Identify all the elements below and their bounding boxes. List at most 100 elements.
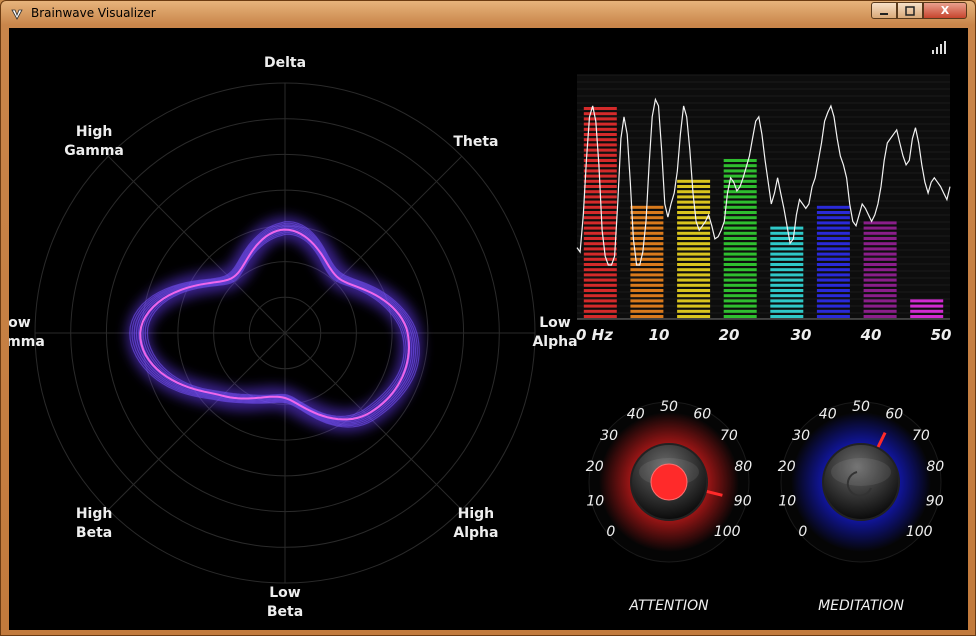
app-icon[interactable] (9, 6, 25, 22)
close-button[interactable]: X (923, 2, 967, 19)
spectrum-bar-segment (723, 179, 757, 183)
gauge-tick-label: 80 (926, 459, 944, 475)
spectrum-bar-segment (583, 283, 617, 287)
radar-axis-label-line1: Delta (263, 54, 307, 71)
spectrum-bar-segment (863, 226, 897, 230)
spectrum-bar-segment (677, 185, 711, 188)
spectrum-bar-segment (583, 159, 617, 162)
spectrum-bar-segment (723, 169, 757, 173)
spectrum-bar-segment (770, 278, 804, 282)
spectrum-bar-segment (863, 304, 897, 308)
window-controls: X (871, 2, 967, 20)
spectrum-bar-segment (583, 237, 617, 240)
radar-axis-label-line2: Alpha (453, 524, 499, 541)
app-window: Brainwave Visualizer X Delta Theta Low Alph… (0, 0, 976, 636)
spectrum-bar-segment (677, 205, 711, 209)
spectrum-bar-segment (583, 231, 617, 235)
spectrum-x-tick: 20 (719, 326, 740, 344)
spectrum-bar-segment (863, 273, 897, 277)
spectrum-bar-segment (677, 294, 711, 298)
spectrum-bar-segment (723, 195, 757, 199)
spectrum-bar-segment (583, 216, 617, 220)
spectrum-bar-segment (583, 304, 617, 308)
spectrum-bar-segment (770, 299, 804, 303)
gauge-tick-label: 70 (720, 428, 738, 444)
spectrum-x-tick: 50 (931, 326, 952, 344)
minimize-icon (880, 12, 888, 15)
spectrum-bar-segment (583, 112, 617, 116)
gauge-tick-label: 100 (714, 524, 741, 540)
spectrum-bar-segment (677, 315, 711, 318)
spectrum-bar-segment (723, 174, 757, 178)
spectrum-bar-segment (863, 294, 897, 298)
spectrum-bar-segment (816, 304, 850, 308)
spectrum-x-tick: 40 (860, 326, 882, 344)
gauge-tick-label: 10 (586, 493, 604, 509)
spectrum-bar-segment (816, 257, 850, 261)
spectrum-bar-segment (583, 315, 617, 318)
spectrum-bar-segment (677, 211, 711, 214)
radar-axis-label-line1: High (75, 124, 113, 141)
spectrum-bar-segment (770, 252, 804, 256)
radar-axis-label-line1: High (75, 505, 113, 522)
frequency-spectrum-chart: 0 Hz 10 20 30 40 50 (576, 74, 952, 344)
spectrum-bar-segment (816, 309, 850, 313)
maximize-button[interactable] (897, 2, 923, 19)
spectrum-bar-segment (723, 283, 757, 287)
spectrum-bar-segment (630, 283, 664, 287)
meditation-gauge: 010 20 30 40 50 60 70 80 90 100 MEDITATION (778, 399, 945, 610)
spectrum-bar-segment (723, 216, 757, 220)
window-title: Brainwave Visualizer (31, 6, 156, 20)
spectrum-bar-segment (630, 242, 664, 246)
spectrum-bar-segment (630, 237, 664, 240)
spectrum-bar-segment (583, 268, 617, 272)
spectrum-bar-segment (677, 309, 711, 313)
spectrum-bar-segment (677, 190, 711, 194)
spectrum-bar-segment (910, 315, 944, 318)
gauge-tick-label: 50 (660, 399, 678, 415)
spectrum-x-tick: 30 (791, 326, 812, 344)
spectrum-bar-segment (630, 231, 664, 235)
minimize-button[interactable] (871, 2, 897, 19)
spectrum-bar-segment (770, 268, 804, 272)
spectrum-bar-segment (677, 257, 711, 261)
spectrum-bar-segment (723, 299, 757, 303)
radar-axis-label-line2: Beta (266, 604, 304, 620)
spectrum-bar-segment (583, 138, 617, 142)
spectrum-bar-segment (863, 268, 897, 272)
spectrum-bar-segment (583, 169, 617, 173)
gauge-tick-label: 40 (627, 407, 645, 423)
radar-axis-label: High Beta (54, 505, 134, 543)
spectrum-bar-segment (723, 159, 757, 162)
radar-axis-label: Theta (436, 133, 516, 152)
gauge-title: ATTENTION (628, 598, 709, 610)
close-icon: X (940, 4, 950, 17)
spectrum-bar-segment (583, 226, 617, 230)
spectrum-bar-segment (677, 252, 711, 256)
spectrum-x-tick: 0 Hz (576, 326, 613, 344)
spectrum-bar-segment (770, 304, 804, 308)
title-bar[interactable]: Brainwave Visualizer X (1, 1, 975, 27)
gauge-tick-label: 50 (852, 399, 870, 415)
spectrum-bar-segment (770, 231, 804, 235)
maximize-icon (905, 5, 915, 16)
spectrum-bar-segment (863, 257, 897, 261)
client-area: Delta Theta Low Alpha High Alpha Low Beta High Be… (9, 28, 968, 630)
spectrum-bar-segment (583, 252, 617, 256)
spectrum-bar-segment (583, 153, 617, 157)
spectrum-bar-segment (630, 268, 664, 272)
spectrum-bar-segment (723, 309, 757, 313)
radar-axis-label-line1: High (457, 505, 495, 522)
spectrum-bar-segment (583, 221, 617, 225)
gauge-tick-label: 60 (885, 407, 903, 423)
radar-axis-label: Low Beta (245, 584, 325, 622)
spectrum-bar-segment (677, 304, 711, 308)
spectrum-bar-segment (723, 247, 757, 251)
spectrum-bar (583, 107, 617, 318)
spectrum-bar-segment (770, 257, 804, 261)
spectrum-bar-segment (677, 289, 711, 292)
spectrum-bar-segment (630, 216, 664, 220)
spectrum-bar-segment (583, 299, 617, 303)
spectrum-bar-segment (677, 283, 711, 287)
spectrum-bar-segment (816, 226, 850, 230)
